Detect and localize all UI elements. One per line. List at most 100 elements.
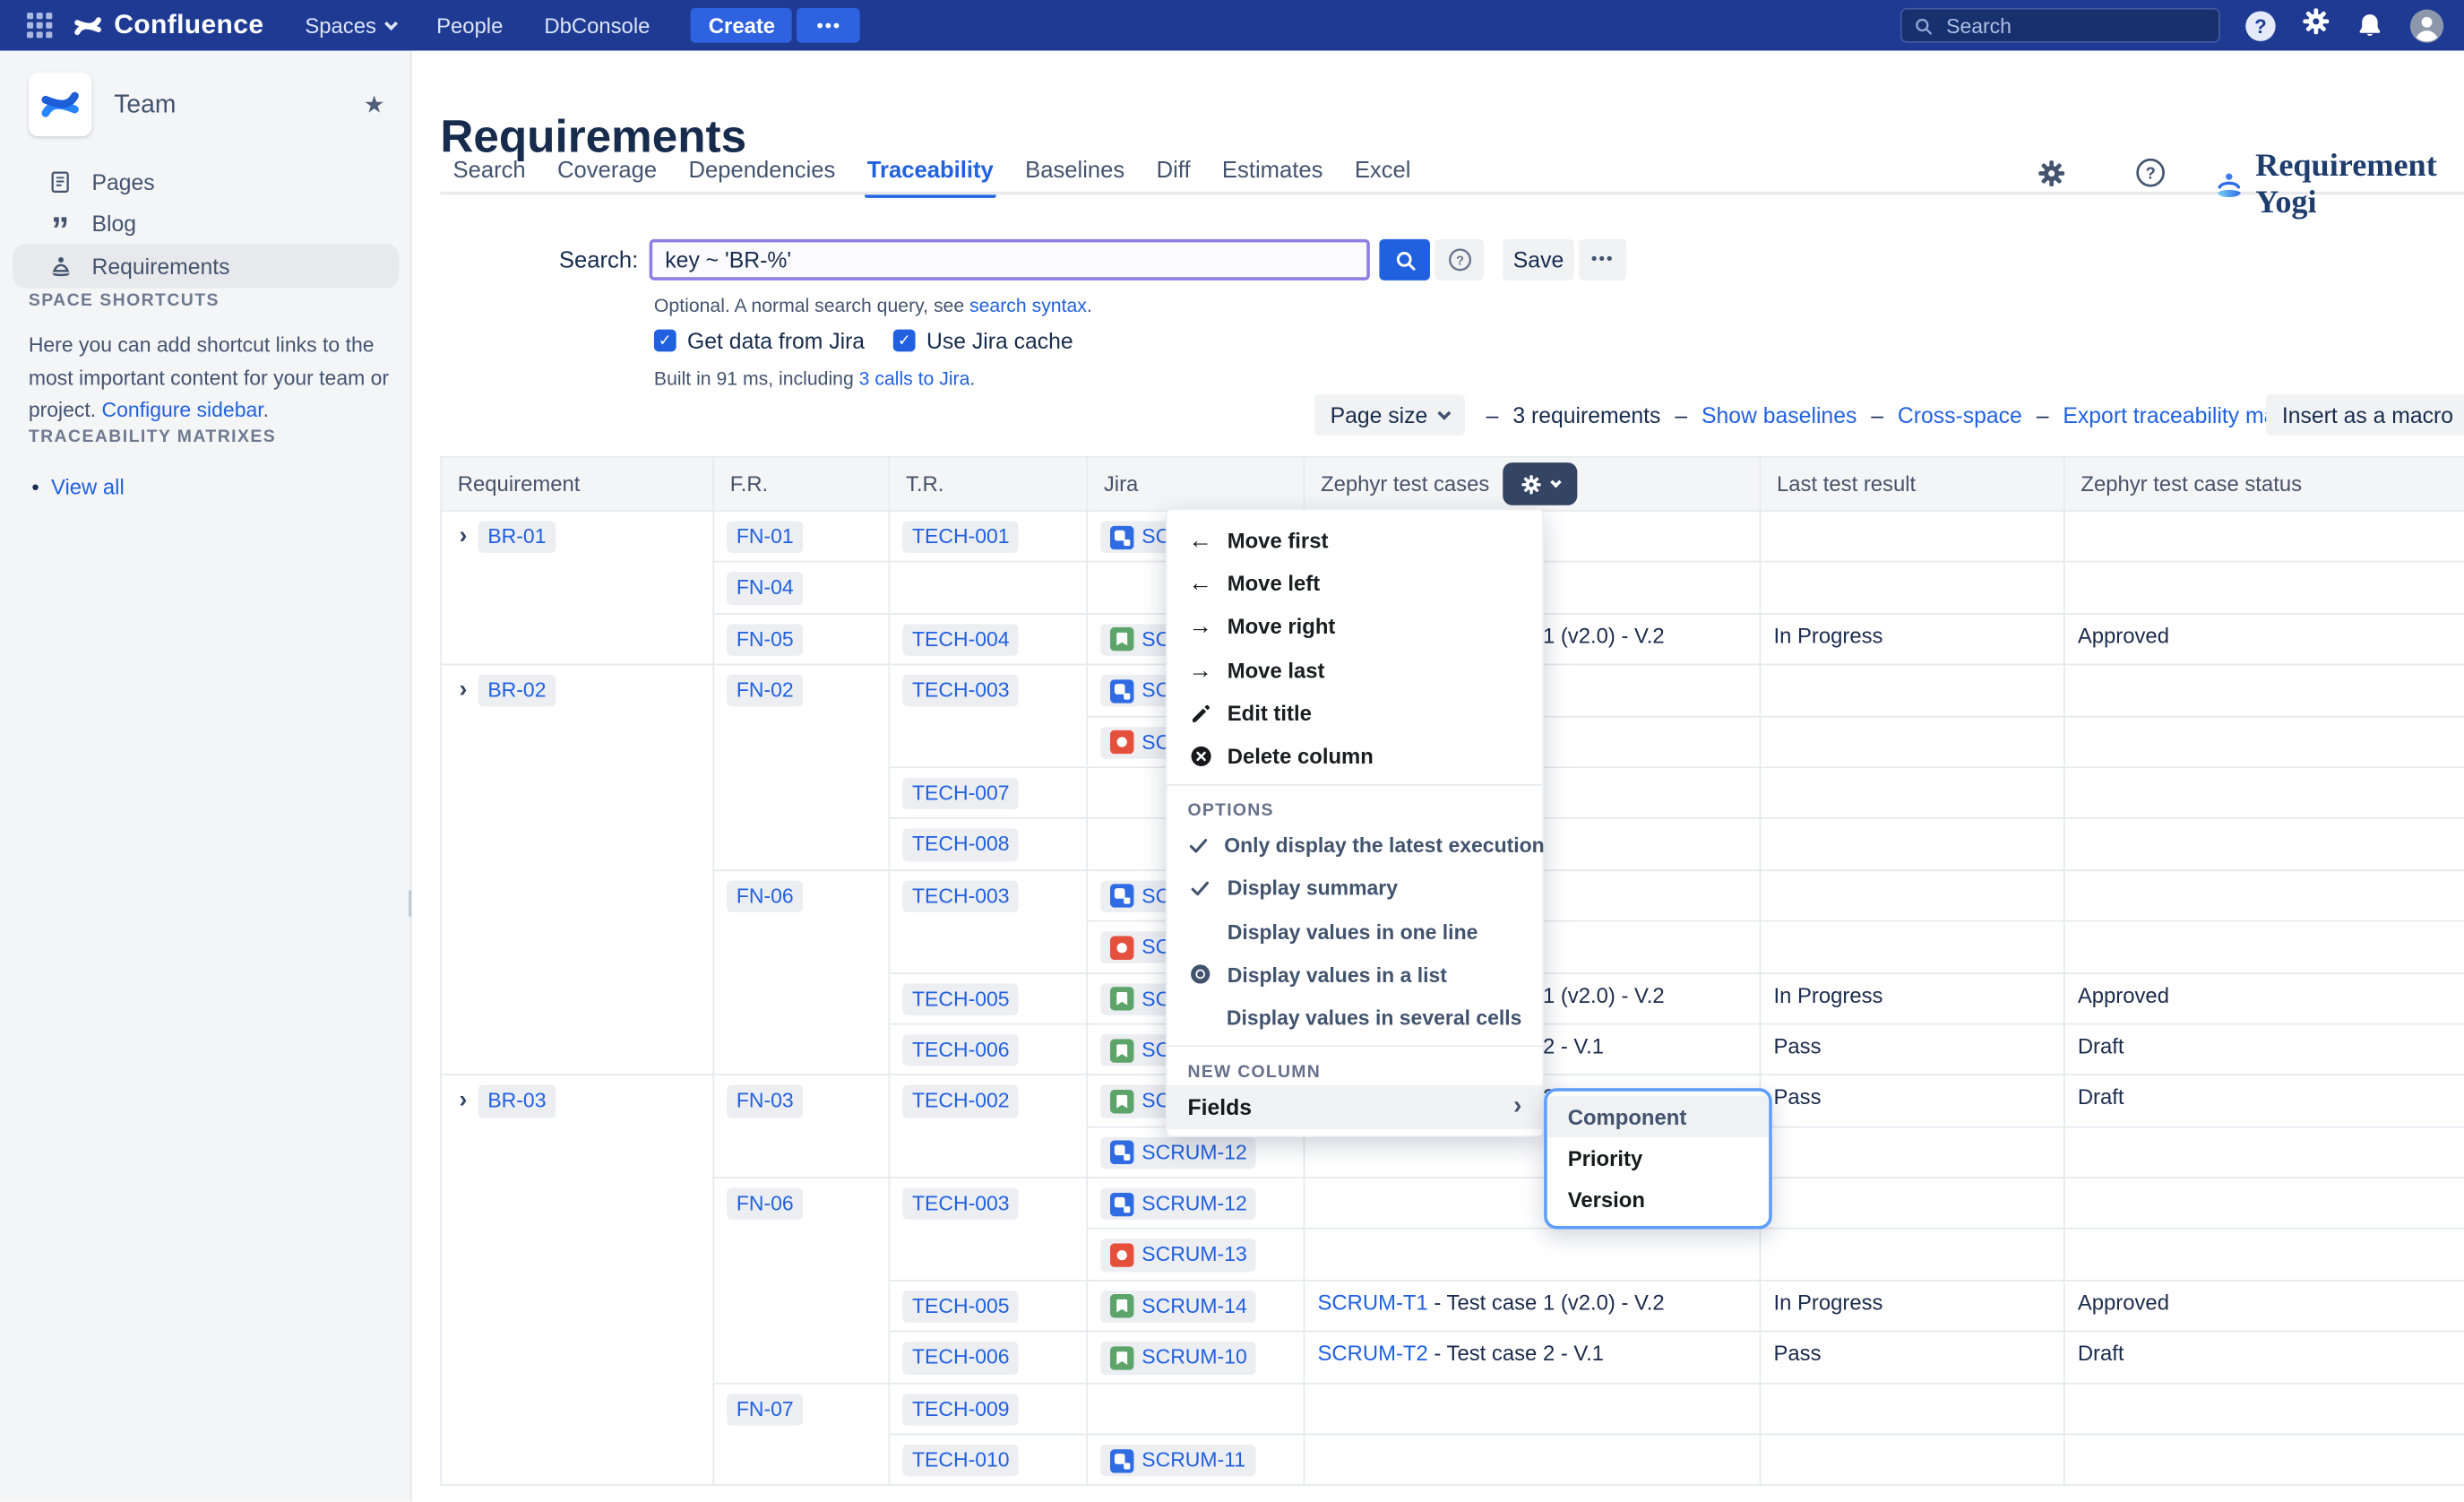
requirement-key[interactable]: FN-07 [727, 1394, 803, 1426]
toolbar-link-show-baselines[interactable]: Show baselines [1702, 402, 1857, 427]
global-search-input[interactable] [1943, 12, 2197, 39]
menu-item-move-first[interactable]: ←Move first [1167, 520, 1543, 563]
avatar[interactable] [2408, 7, 2445, 44]
requirement-key[interactable]: FN-03 [727, 1085, 803, 1118]
test-case-status-cell [2064, 870, 2464, 921]
space-logo[interactable] [29, 73, 92, 136]
app-switcher-icon[interactable] [19, 4, 60, 46]
requirement-key[interactable]: TECH-009 [902, 1394, 1019, 1426]
requirement-key[interactable]: TECH-010 [902, 1445, 1019, 1477]
search-label: Search: [507, 248, 639, 273]
requirement-key[interactable]: TECH-002 [902, 1085, 1019, 1118]
toolbar-link-cross-space[interactable]: Cross-space [1898, 402, 2022, 427]
search-help-button[interactable]: ? [1434, 239, 1484, 281]
menu-item-move-last[interactable]: →Move last [1167, 649, 1543, 692]
zephyr-column-settings-button[interactable] [1502, 462, 1576, 505]
nav-people[interactable]: People [436, 13, 503, 38]
run-search-button[interactable] [1379, 239, 1430, 281]
submenu-item-component[interactable]: Component [1547, 1096, 1769, 1137]
requirement-key[interactable]: FN-06 [727, 1188, 803, 1221]
matrix-settings-gear-icon[interactable] [2037, 159, 2067, 196]
jira-issue-link[interactable]: SCRUM-12 [1100, 1136, 1256, 1169]
last-test-result-cell: In Progress [1760, 613, 2063, 664]
menu-item-move-right[interactable]: →Move right [1167, 606, 1543, 649]
search-more-button[interactable]: ••• [1579, 239, 1626, 281]
nav-dbconsole[interactable]: DbConsole [544, 13, 650, 38]
test-case-status-cell: Approved [2064, 1281, 2464, 1332]
zephyr-test-link[interactable]: SCRUM-T2 [1317, 1342, 1427, 1366]
help-icon[interactable]: ? [2244, 9, 2277, 42]
expand-chevron-icon[interactable]: › [460, 677, 468, 704]
requirement-key[interactable]: TECH-008 [902, 829, 1019, 861]
sidebar-item-requirements[interactable]: Requirements [13, 244, 399, 288]
requirement-key[interactable]: FN-04 [727, 573, 803, 605]
create-button[interactable]: Create [691, 8, 792, 43]
requirement-key[interactable]: FN-06 [727, 880, 803, 912]
requirement-key[interactable]: TECH-006 [902, 1034, 1019, 1066]
settings-gear-icon[interactable] [2301, 6, 2331, 44]
requirement-key[interactable]: TECH-004 [902, 624, 1019, 656]
requirement-cell: › BR-03 [441, 1075, 713, 1486]
menu-option-display-values-in-a-list[interactable]: Display values in a list [1167, 953, 1543, 996]
menu-item-delete-column[interactable]: Delete column [1167, 735, 1543, 778]
matrix-help-icon[interactable]: ? [2134, 157, 2166, 188]
menu-option-display-summary[interactable]: Display summary [1167, 867, 1543, 910]
arrow-right-icon: → [1188, 614, 1213, 641]
requirement-key[interactable]: FN-02 [727, 675, 803, 707]
menu-option-only-display-the-latest-execution[interactable]: Only display the latest execution [1167, 824, 1543, 867]
notifications-bell-icon[interactable] [2355, 10, 2385, 40]
view-all-link[interactable]: View all [51, 475, 125, 499]
more-actions-button[interactable]: ••• [797, 8, 861, 43]
menu-item-edit-title[interactable]: Edit title [1167, 692, 1543, 735]
save-button[interactable]: Save [1503, 239, 1574, 281]
zephyr-test-link[interactable]: SCRUM-T1 [1317, 1291, 1427, 1315]
expand-chevron-icon[interactable]: › [460, 1087, 468, 1114]
jira-calls-link[interactable]: 3 calls to Jira [859, 367, 970, 390]
requirement-key[interactable]: BR-01 [478, 521, 556, 553]
menu-item-fields[interactable]: Fields› [1167, 1085, 1543, 1129]
favorite-star-icon[interactable]: ★ [364, 91, 385, 119]
requirement-key[interactable]: FN-05 [727, 624, 803, 656]
toolbar-text: – [2037, 402, 2049, 427]
jira-cell: SCRUM-12 [1087, 1178, 1304, 1229]
requirement-key[interactable]: TECH-007 [902, 778, 1019, 810]
sidebar-item-pages[interactable]: Pages [13, 161, 399, 203]
query-input[interactable] [652, 247, 1366, 272]
requirement-key[interactable]: TECH-005 [902, 983, 1019, 1015]
jira-issue-link[interactable]: SCRUM-10 [1100, 1342, 1256, 1374]
requirement-key[interactable]: TECH-003 [902, 675, 1019, 707]
page-size-dropdown[interactable]: Page size [1314, 394, 1466, 436]
submenu-item-version[interactable]: Version [1547, 1179, 1769, 1221]
requirement-key[interactable]: FN-01 [727, 521, 803, 553]
jira-issue-link[interactable]: SCRUM-12 [1100, 1188, 1256, 1221]
configure-sidebar-link[interactable]: Configure sidebar [102, 398, 263, 422]
jira-issue-link[interactable]: SCRUM-11 [1100, 1445, 1254, 1477]
column-header-zephyr-test-case-status: Zephyr test case status [2064, 457, 2464, 511]
insert-as-macro-button[interactable]: Insert as a macro [2266, 394, 2464, 436]
checkbox-get-data-from-jira[interactable]: ✓Get data from Jira [654, 328, 865, 353]
sidebar-item-blog[interactable]: ”Blog [13, 203, 399, 244]
last-test-result-cell [1760, 1229, 2063, 1280]
requirement-key[interactable]: TECH-003 [902, 1188, 1019, 1221]
requirement-key[interactable]: TECH-006 [902, 1342, 1019, 1374]
search-syntax-link[interactable]: search syntax [969, 295, 1087, 317]
space-name[interactable]: Team [114, 92, 176, 121]
requirement-key[interactable]: TECH-003 [902, 880, 1019, 912]
menu-option-display-values-in-one-line[interactable]: Display values in one line [1167, 910, 1543, 953]
jira-issue-link[interactable]: SCRUM-14 [1100, 1291, 1256, 1323]
jira-issue-link[interactable]: SCRUM-13 [1100, 1239, 1256, 1272]
grid-dots [27, 13, 52, 38]
menu-option-display-values-in-several-cells[interactable]: Display values in several cells [1167, 996, 1543, 1039]
requirement-key[interactable]: BR-02 [478, 675, 556, 707]
expand-chevron-icon[interactable]: › [460, 522, 468, 549]
submenu-item-priority[interactable]: Priority [1547, 1138, 1769, 1179]
requirement-key[interactable]: TECH-001 [902, 521, 1019, 553]
global-search[interactable] [1900, 8, 2220, 43]
nav-spaces[interactable]: Spaces [305, 13, 395, 38]
menu-item-move-left[interactable]: ←Move left [1167, 563, 1543, 606]
requirement-key[interactable]: BR-03 [478, 1085, 556, 1118]
confluence-logo[interactable]: Confluence [73, 10, 263, 41]
jira-bug-icon [1110, 1244, 1134, 1268]
requirement-key[interactable]: TECH-005 [902, 1291, 1019, 1323]
checkbox-use-jira-cache[interactable]: ✓Use Jira cache [893, 328, 1073, 353]
